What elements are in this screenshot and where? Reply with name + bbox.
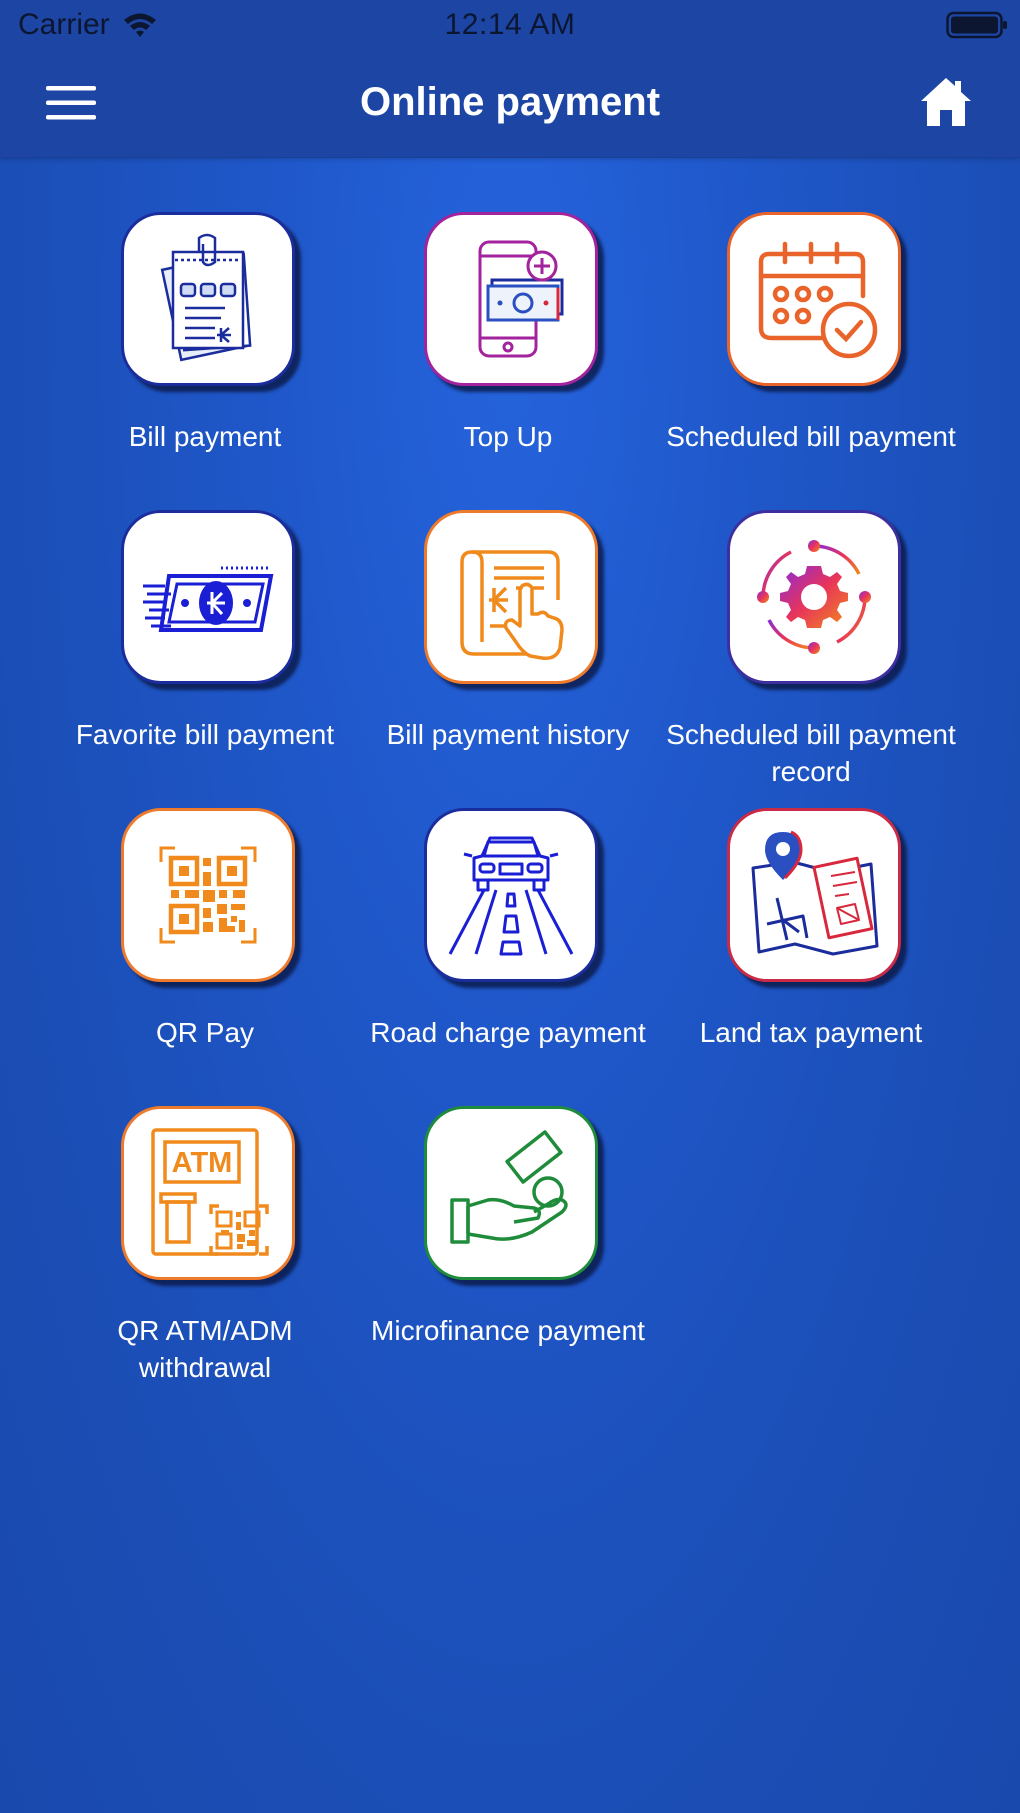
atm-qr-icon: ATM <box>151 1128 269 1256</box>
hamburger-menu-icon <box>46 86 96 120</box>
menu-item-qr-pay[interactable]: QR Pay <box>55 808 355 1098</box>
tile <box>424 1106 598 1280</box>
tile <box>424 808 598 982</box>
menu-item-bill-payment-history[interactable]: Bill payment history <box>358 510 658 800</box>
menu-item-label: Top Up <box>463 421 553 452</box>
menu-item-top-up[interactable]: Top Up <box>358 212 658 502</box>
hand-coin-icon <box>450 1130 568 1244</box>
menu-item-label: QR Pay <box>155 1017 255 1048</box>
tile <box>727 808 901 982</box>
menu-item-label: Road charge payment <box>370 1017 646 1048</box>
home-icon <box>921 78 971 126</box>
menu-item-scheduled-bill-payment-record[interactable]: Scheduled bill payment record <box>661 510 961 800</box>
menu-button[interactable] <box>36 78 106 128</box>
phone-topup-icon <box>478 240 564 358</box>
menu-item-label: QR ATM/ADM withdrawal <box>117 1315 293 1383</box>
bill-document-icon <box>160 233 252 362</box>
land-map-icon <box>751 830 879 956</box>
status-bar: Carrier 12:14 AM <box>0 0 1020 52</box>
menu-item-favorite-bill-payment[interactable]: Favorite bill payment <box>55 510 355 800</box>
menu-item-qr-atm-adm-withdrawal[interactable]: ATM QR ATM/ADM withdrawal <box>55 1106 355 1396</box>
menu-item-bill-payment[interactable]: Bill payment <box>55 212 355 502</box>
menu-item-label: Scheduled bill payment <box>666 421 956 452</box>
calendar-check-icon <box>758 241 878 359</box>
car-road-icon <box>448 836 574 956</box>
menu-item-microfinance-payment[interactable]: Microfinance payment <box>358 1106 658 1396</box>
home-button[interactable] <box>916 74 976 130</box>
gear-cycle-icon <box>757 540 871 654</box>
tile <box>121 808 295 982</box>
menu-item-label: Microfinance payment <box>371 1315 645 1346</box>
menu-item-label: Scheduled bill payment record <box>666 719 956 787</box>
tile <box>424 212 598 386</box>
menu-item-land-tax-payment[interactable]: Land tax payment <box>661 808 961 1098</box>
tile <box>727 212 901 386</box>
menu-item-label: Land tax payment <box>699 1017 923 1048</box>
tile <box>727 510 901 684</box>
tile <box>424 510 598 684</box>
tile: ATM <box>121 1106 295 1280</box>
menu-item-scheduled-bill-payment[interactable]: Scheduled bill payment <box>661 212 961 502</box>
qr-code-icon <box>159 846 257 944</box>
banknote-icon <box>143 566 274 632</box>
menu-item-road-charge-payment[interactable]: Road charge payment <box>358 808 658 1098</box>
menu-item-label: Favorite bill payment <box>75 719 335 750</box>
page-title: Online payment <box>359 80 661 124</box>
status-time: 12:14 AM <box>444 8 576 41</box>
menu-item-label: Bill payment <box>128 421 282 452</box>
battery-icon <box>946 11 1007 39</box>
svg-text:ATM: ATM <box>172 1147 233 1179</box>
app-header: Carrier 12:14 AM Online payment <box>0 0 1020 158</box>
menu-item-label: Bill payment history <box>386 719 630 750</box>
tile <box>121 510 295 684</box>
tile <box>121 212 295 386</box>
history-scroll-icon <box>460 550 564 661</box>
